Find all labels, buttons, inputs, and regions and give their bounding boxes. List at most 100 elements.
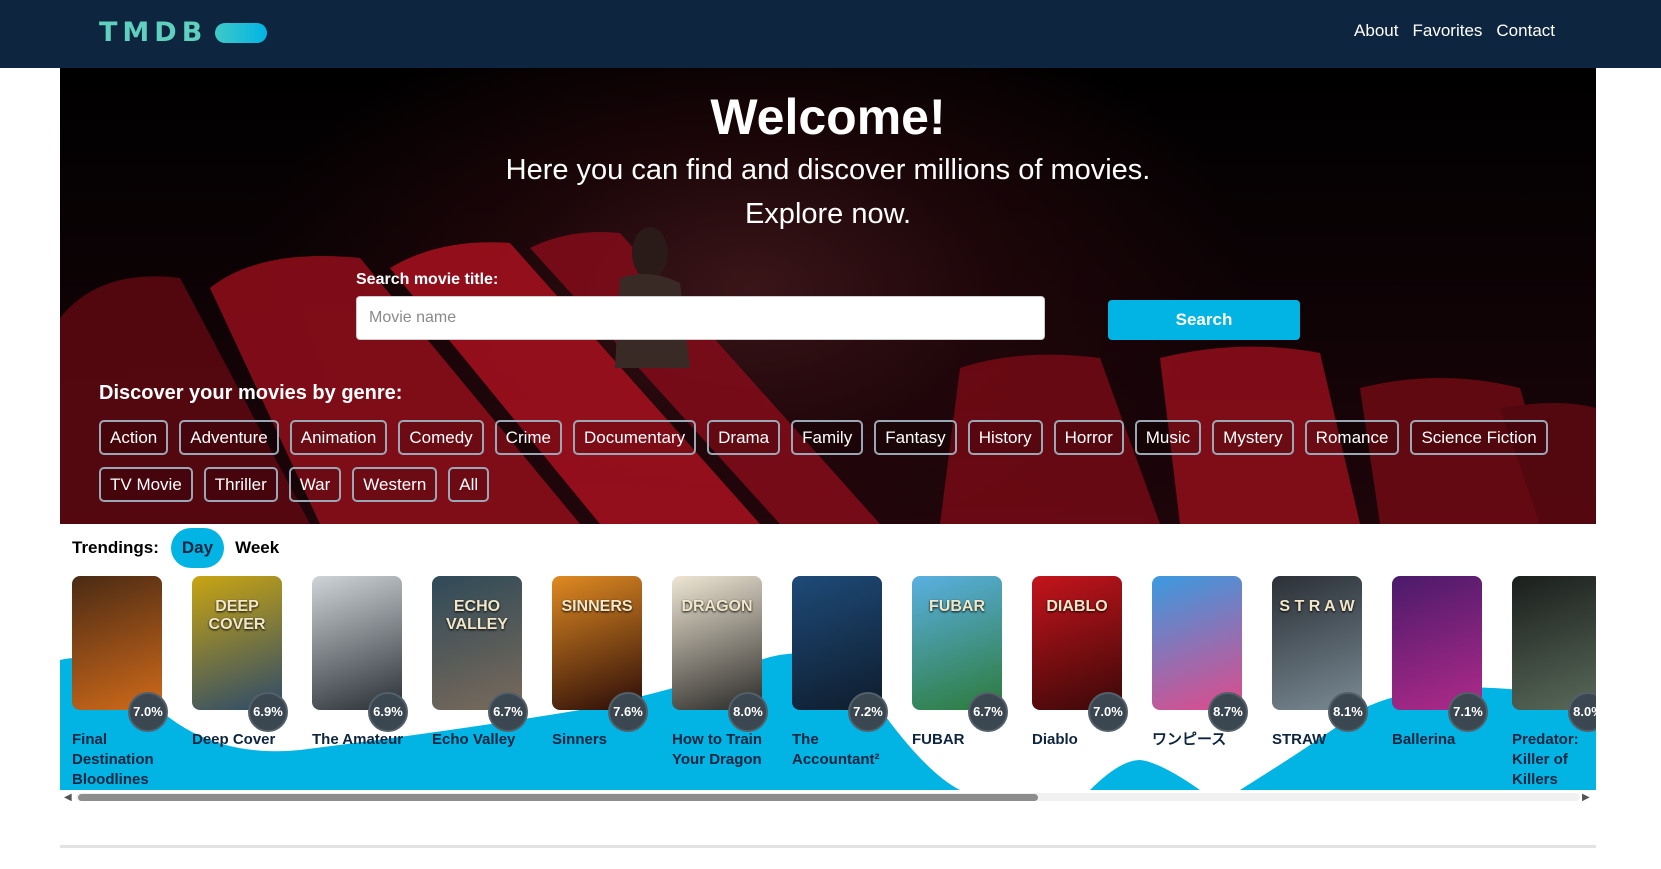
movie-poster[interactable]: DIABLO	[1032, 576, 1122, 710]
movie-poster[interactable]	[1512, 576, 1596, 710]
genre-chip-romance[interactable]: Romance	[1304, 420, 1400, 455]
genre-chip-mystery[interactable]: Mystery	[1212, 420, 1294, 455]
genre-chip-documentary[interactable]: Documentary	[573, 420, 697, 455]
rating-badge: 7.2%	[848, 692, 888, 732]
movie-card[interactable]: DIABLO 7.0% Diablo	[1032, 576, 1128, 790]
trending-carousel[interactable]: 7.0% Final Destination Bloodlines DEEP COV…	[60, 570, 1596, 790]
genre-chip-science-fiction[interactable]: Science Fiction	[1410, 420, 1548, 455]
movie-poster[interactable]	[312, 576, 402, 710]
rating-badge: 7.6%	[608, 692, 648, 732]
movie-title[interactable]: How to Train Your Dragon	[672, 730, 772, 770]
movie-card[interactable]: 8.7% ワンピース	[1152, 576, 1248, 790]
logo-text: TMDB	[99, 17, 208, 48]
poster-title-art: DEEP COVER	[208, 598, 266, 633]
rating-badge: 6.9%	[368, 692, 408, 732]
genre-chip-western[interactable]: Western	[352, 467, 438, 502]
tab-day[interactable]: Day	[170, 528, 225, 568]
movie-title[interactable]: ワンピース	[1152, 730, 1252, 750]
genre-chip-tv-movie[interactable]: TV Movie	[99, 467, 193, 502]
top-navbar: TMDB About Favorites Contact	[0, 0, 1661, 68]
section-divider	[60, 845, 1596, 848]
rating-badge: 7.0%	[128, 692, 168, 732]
movie-poster[interactable]	[72, 576, 162, 710]
movie-poster[interactable]	[1392, 576, 1482, 710]
rating-badge: 6.9%	[248, 692, 288, 732]
tab-week[interactable]: Week	[224, 528, 290, 568]
rating-badge: 6.7%	[488, 692, 528, 732]
search-label: Search movie title:	[356, 271, 499, 288]
genre-chip-horror[interactable]: Horror	[1053, 420, 1124, 455]
poster-title-art: ECHO VALLEY	[446, 598, 508, 633]
movie-title[interactable]: Final Destination Bloodlines	[72, 730, 172, 790]
search-input[interactable]	[356, 296, 1045, 340]
movie-title[interactable]: STRAW	[1272, 730, 1372, 750]
movie-poster[interactable]: SINNERS	[552, 576, 642, 710]
movie-title[interactable]: Diablo	[1032, 730, 1132, 750]
genre-chip-fantasy[interactable]: Fantasy	[874, 420, 957, 455]
movie-title[interactable]: Deep Cover	[192, 730, 292, 750]
movie-title[interactable]: Predator: Killer of Killers	[1512, 730, 1596, 790]
movie-poster[interactable]: S T R A W	[1272, 576, 1362, 710]
movie-poster[interactable]	[1152, 576, 1242, 710]
movie-card[interactable]: 7.1% Ballerina	[1392, 576, 1488, 790]
trending-header: Trendings: Day Week	[72, 528, 290, 568]
movie-cards: 7.0% Final Destination Bloodlines DEEP COV…	[72, 576, 1596, 790]
nav-about-link[interactable]: About	[1354, 21, 1398, 41]
genre-chip-adventure[interactable]: Adventure	[179, 420, 279, 455]
rating-badge: 8.0%	[1568, 692, 1596, 732]
movie-card[interactable]: SINNERS 7.6% Sinners	[552, 576, 648, 790]
movie-card[interactable]: S T R A W 8.1% STRAW	[1272, 576, 1368, 790]
nav-contact-link[interactable]: Contact	[1496, 21, 1555, 41]
genre-chip-comedy[interactable]: Comedy	[398, 420, 484, 455]
movie-poster[interactable]: FUBAR	[912, 576, 1002, 710]
hero-subtitle-line1: Here you can find and discover millions …	[505, 154, 1151, 186]
genre-chip-thriller[interactable]: Thriller	[203, 467, 278, 502]
scroll-right-icon[interactable]: ▶	[1582, 792, 1590, 803]
rating-badge: 8.7%	[1208, 692, 1248, 732]
genre-chip-family[interactable]: Family	[791, 420, 864, 455]
movie-poster[interactable]: DRAGON	[672, 576, 762, 710]
poster-title-art: DRAGON	[681, 598, 753, 615]
movie-card[interactable]: DEEP COVER 6.9% Deep Cover	[192, 576, 288, 790]
movie-title[interactable]: The Amateur	[312, 730, 412, 750]
nav-links: About Favorites Contact	[1354, 21, 1555, 41]
trending-label: Trendings:	[72, 538, 159, 557]
movie-card[interactable]: 8.0%Predator: Killer of Killers	[1512, 576, 1596, 790]
movie-poster[interactable]: ECHO VALLEY	[432, 576, 522, 710]
rating-badge: 7.1%	[1448, 692, 1488, 732]
poster-title-art: FUBAR	[929, 598, 985, 615]
movie-card[interactable]: DRAGON 8.0% How to Train Your Dragon	[672, 576, 768, 790]
movie-card[interactable]: 7.2% The Accountant²	[792, 576, 888, 790]
nav-favorites-link[interactable]: Favorites	[1412, 21, 1482, 41]
movie-title[interactable]: Echo Valley	[432, 730, 532, 750]
hero-banner: Welcome! Here you can find and discover …	[60, 68, 1596, 524]
hero-subtitle: Here you can find and discover millions …	[60, 148, 1596, 236]
tmdb-logo[interactable]: TMDB	[99, 17, 268, 48]
movie-card[interactable]: 6.9% The Amateur	[312, 576, 408, 790]
genre-chip-all[interactable]: All	[448, 467, 490, 502]
movie-card[interactable]: FUBAR 6.7% FUBAR	[912, 576, 1008, 790]
genre-chip-history[interactable]: History	[967, 420, 1043, 455]
hero-title: Welcome!	[710, 89, 946, 145]
movie-title[interactable]: Sinners	[552, 730, 652, 750]
movie-card[interactable]: ECHO VALLEY 6.7% Echo Valley	[432, 576, 528, 790]
scrollbar-thumb[interactable]	[78, 794, 1038, 801]
movie-poster[interactable]: DEEP COVER	[192, 576, 282, 710]
genre-chip-drama[interactable]: Drama	[707, 420, 781, 455]
poster-title-art: S T R A W	[1279, 598, 1355, 615]
movie-title[interactable]: Ballerina	[1392, 730, 1492, 750]
movie-title[interactable]: The Accountant²	[792, 730, 892, 770]
movie-card[interactable]: 7.0% Final Destination Bloodlines	[72, 576, 168, 790]
search-button[interactable]: Search	[1108, 300, 1300, 340]
genre-chip-animation[interactable]: Animation	[289, 420, 388, 455]
movie-poster[interactable]	[792, 576, 882, 710]
genre-chip-crime[interactable]: Crime	[494, 420, 563, 455]
rating-badge: 6.7%	[968, 692, 1008, 732]
genre-chip-action[interactable]: Action	[99, 420, 169, 455]
scroll-left-icon[interactable]: ◀	[64, 792, 72, 803]
genre-chip-war[interactable]: War	[288, 467, 342, 502]
poster-title-art: DIABLO	[1046, 598, 1108, 615]
genre-chip-music[interactable]: Music	[1134, 420, 1202, 455]
movie-title[interactable]: FUBAR	[912, 730, 1012, 750]
rating-badge: 7.0%	[1088, 692, 1128, 732]
